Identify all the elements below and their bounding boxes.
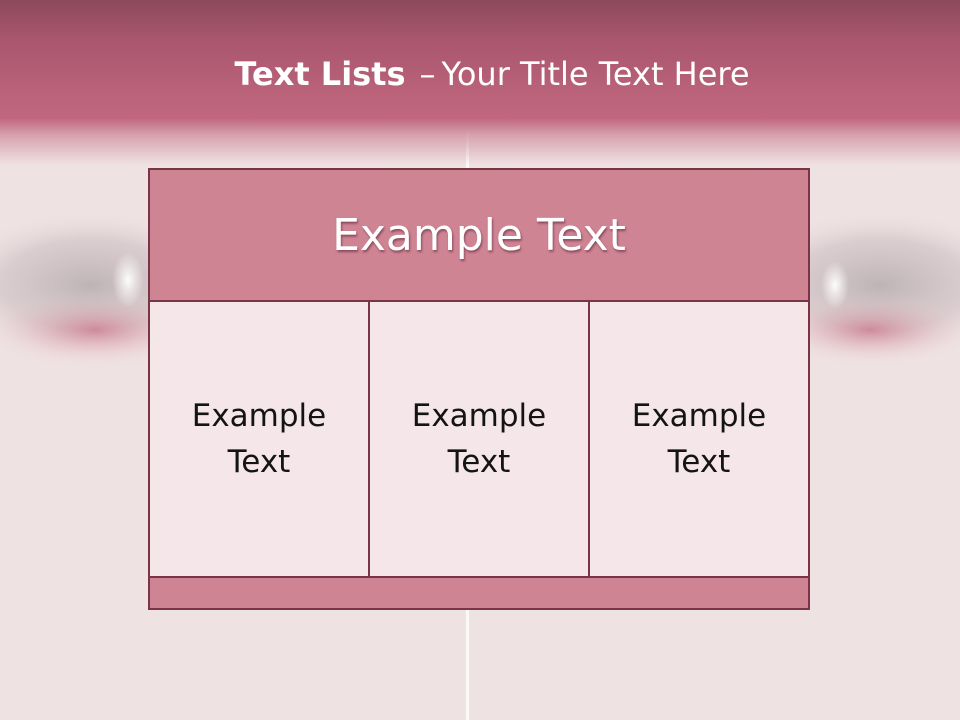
- diagram-cell-1: Example Text: [148, 300, 370, 578]
- diagram-footer-bar: [148, 576, 810, 610]
- slide: Text Lists – Your Title Text Here Example …: [0, 0, 960, 720]
- diagram-header-box: Example Text: [148, 168, 810, 302]
- title-dash: –: [419, 55, 436, 93]
- diagram-cell-1-text: Example Text: [191, 398, 327, 480]
- right-eye-highlight: [821, 261, 849, 309]
- diagram-cell-2-text: Example Text: [411, 398, 547, 480]
- title-subtitle: Your Title Text Here: [441, 55, 750, 93]
- diagram-cell-3: Example Text: [588, 300, 810, 578]
- text-list-diagram: Example Text Example Text Example Text E…: [148, 168, 810, 610]
- diagram-cell-3-text: Example Text: [631, 398, 767, 480]
- left-eye-highlight: [112, 252, 144, 308]
- title-bold: Text Lists: [234, 55, 406, 93]
- diagram-header-text: Example Text: [332, 209, 626, 261]
- diagram-cell-2: Example Text: [368, 300, 590, 578]
- page-title: Text Lists – Your Title Text Here: [0, 52, 960, 96]
